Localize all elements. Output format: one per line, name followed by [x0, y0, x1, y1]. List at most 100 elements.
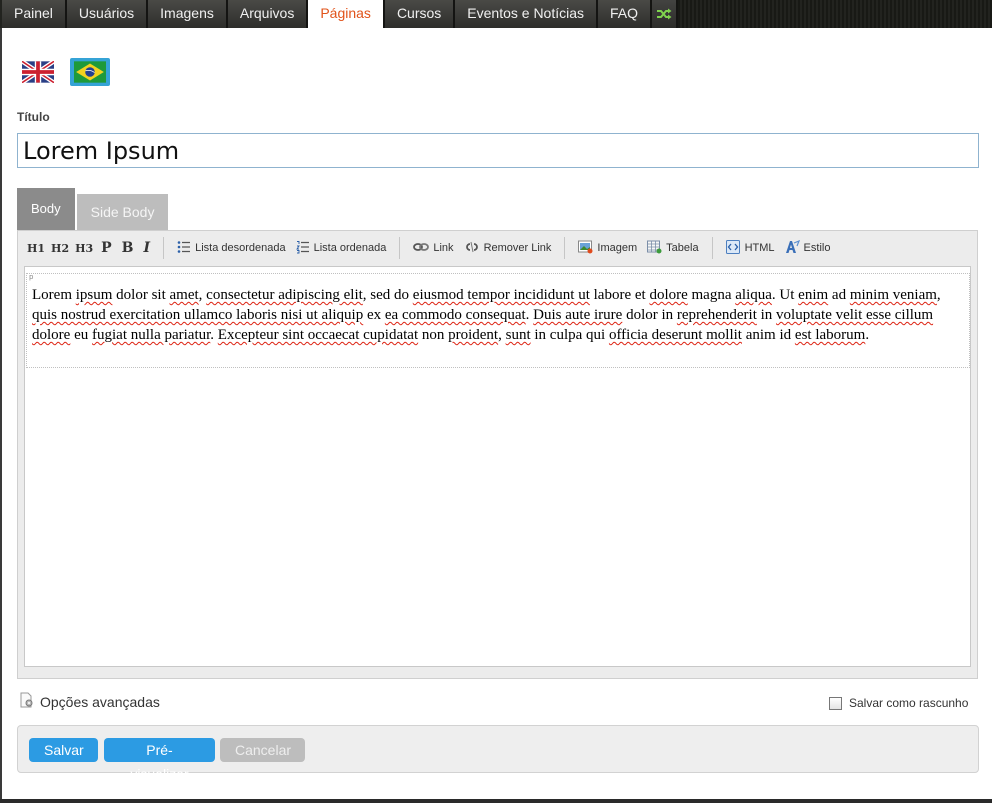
html-icon	[725, 239, 741, 257]
rich-text-editor: H1 H2 H3 P B I Lista desordenada Lista o…	[17, 230, 978, 679]
nav-item-imagens[interactable]: Imagens	[148, 0, 228, 28]
image-button[interactable]: Imagem	[573, 240, 642, 257]
html-button[interactable]: HTML	[721, 239, 780, 257]
text-run: fugiat nulla pariatur	[92, 327, 211, 343]
nav-item-cursos[interactable]: Cursos	[384, 0, 456, 28]
bold-button[interactable]: B	[117, 240, 139, 256]
text-run: est laborum	[794, 327, 866, 343]
style-icon	[785, 239, 800, 257]
toolbar-divider	[399, 237, 401, 259]
text-run: dolor in	[622, 307, 677, 323]
text-run: dolore	[649, 287, 688, 303]
text-run: non	[418, 327, 449, 343]
text-run: officia deserunt mollit	[608, 327, 742, 343]
brazil-flag-icon[interactable]	[70, 58, 110, 86]
text-run: in	[756, 307, 777, 323]
cancel-button[interactable]: Cancelar	[220, 738, 305, 762]
page-gear-icon	[19, 692, 35, 711]
main-nav: Painel Usuários Imagens Arquivos Páginas…	[2, 0, 679, 28]
text-run: anim id	[741, 327, 795, 343]
nav-item-usuarios[interactable]: Usuários	[66, 0, 149, 28]
editor-content-text: Lorem ipsum dolor sit amet, consectetur …	[32, 287, 941, 343]
remove-link-button[interactable]: Remover Link	[459, 241, 557, 256]
text-run: ,	[498, 327, 506, 343]
text-run: dolor sit	[116, 287, 170, 303]
text-run: proident	[448, 327, 499, 343]
text-run: .	[210, 327, 218, 343]
text-run: enim	[798, 287, 829, 303]
h2-button[interactable]: H2	[48, 242, 72, 255]
toolbar-divider	[564, 237, 566, 259]
text-run: .	[865, 327, 870, 343]
text-run: minim veniam	[849, 287, 937, 303]
style-label: Estilo	[803, 242, 831, 254]
remove-link-icon	[464, 241, 480, 256]
text-run: amet	[169, 287, 199, 303]
editor-content-area[interactable]: p Lorem ipsum dolor sit amet, consectetu…	[24, 266, 971, 667]
uk-flag-icon[interactable]	[18, 58, 58, 86]
text-run: sunt	[505, 327, 531, 343]
text-run: eu	[70, 327, 92, 343]
editor-body-text[interactable]: Lorem ipsum dolor sit amet, consectetur …	[32, 285, 957, 345]
title-input[interactable]	[17, 133, 979, 168]
table-icon	[647, 240, 662, 257]
unordered-list-label: Lista desordenada	[195, 242, 286, 254]
shuffle-icon[interactable]	[652, 0, 679, 28]
text-run: ipsum	[75, 287, 113, 303]
advanced-options-label: Opções avançadas	[40, 693, 160, 710]
text-run: eiusmod tempor incididunt ut	[412, 287, 590, 303]
title-label: Título	[17, 110, 50, 124]
language-selector	[18, 58, 110, 86]
table-label: Tabela	[666, 242, 699, 254]
nav-item-faq[interactable]: FAQ	[598, 0, 653, 28]
text-run: Excepteur sint occaecat cupidatat	[217, 327, 419, 343]
editor-tabs: Body Side Body	[17, 188, 169, 230]
text-run: consectetur adipiscing elit	[206, 287, 363, 303]
toolbar-divider	[711, 237, 713, 259]
text-run: ad	[828, 287, 850, 303]
unordered-list-icon	[177, 240, 191, 257]
style-button[interactable]: Estilo	[780, 239, 836, 257]
text-run: Duis aute irure	[533, 307, 623, 323]
text-run: quis nostrud exercitation ullamco labori…	[32, 307, 364, 323]
italic-button[interactable]: I	[139, 240, 156, 256]
block-tag-indicator: p	[29, 273, 34, 281]
link-icon	[413, 241, 430, 256]
bottom-border	[0, 799, 992, 803]
text-run: Lorem	[32, 287, 76, 303]
text-run: . Ut	[771, 287, 799, 303]
text-run: , sed do	[362, 287, 413, 303]
nav-item-painel[interactable]: Painel	[2, 0, 67, 28]
draft-checkbox[interactable]	[829, 696, 842, 710]
unordered-list-button[interactable]: Lista desordenada	[172, 240, 291, 257]
tab-side-body[interactable]: Side Body	[76, 194, 169, 230]
text-run: ,	[936, 287, 941, 303]
toolbar-divider	[163, 237, 165, 259]
text-run: ea commodo consequat	[384, 307, 526, 323]
h1-button[interactable]: H1	[24, 242, 48, 255]
save-as-draft[interactable]: Salvar como rascunho	[829, 696, 968, 710]
advanced-options-toggle[interactable]: Opções avançadas	[19, 692, 160, 711]
paragraph-block[interactable]: p Lorem ipsum dolor sit amet, consectetu…	[26, 273, 970, 368]
tab-body[interactable]: Body	[17, 188, 75, 230]
text-run: ex	[363, 307, 385, 323]
h3-button[interactable]: H3	[72, 242, 96, 255]
save-button[interactable]: Salvar	[29, 738, 98, 762]
nav-item-paginas[interactable]: Páginas	[308, 0, 385, 28]
left-border	[0, 28, 2, 803]
ordered-list-button[interactable]: Lista ordenada	[291, 240, 392, 257]
link-button[interactable]: Link	[408, 241, 458, 256]
preview-button[interactable]: Pré-visualizar	[104, 738, 215, 782]
text-run: reprehenderit	[676, 307, 757, 323]
text-run: magna	[687, 287, 736, 303]
ordered-list-icon	[295, 240, 310, 257]
nav-item-arquivos[interactable]: Arquivos	[227, 0, 309, 28]
form-actions: Salvar Pré-visualizar Cancelar	[17, 725, 979, 782]
html-label: HTML	[744, 242, 775, 254]
nav-item-eventos[interactable]: Eventos e Notícias	[455, 0, 599, 28]
ordered-list-label: Lista ordenada	[313, 242, 387, 254]
table-button[interactable]: Tabela	[642, 240, 703, 257]
paragraph-button[interactable]: P	[96, 240, 117, 256]
draft-label: Salvar como rascunho	[849, 696, 969, 710]
image-label: Imagem	[597, 242, 638, 254]
